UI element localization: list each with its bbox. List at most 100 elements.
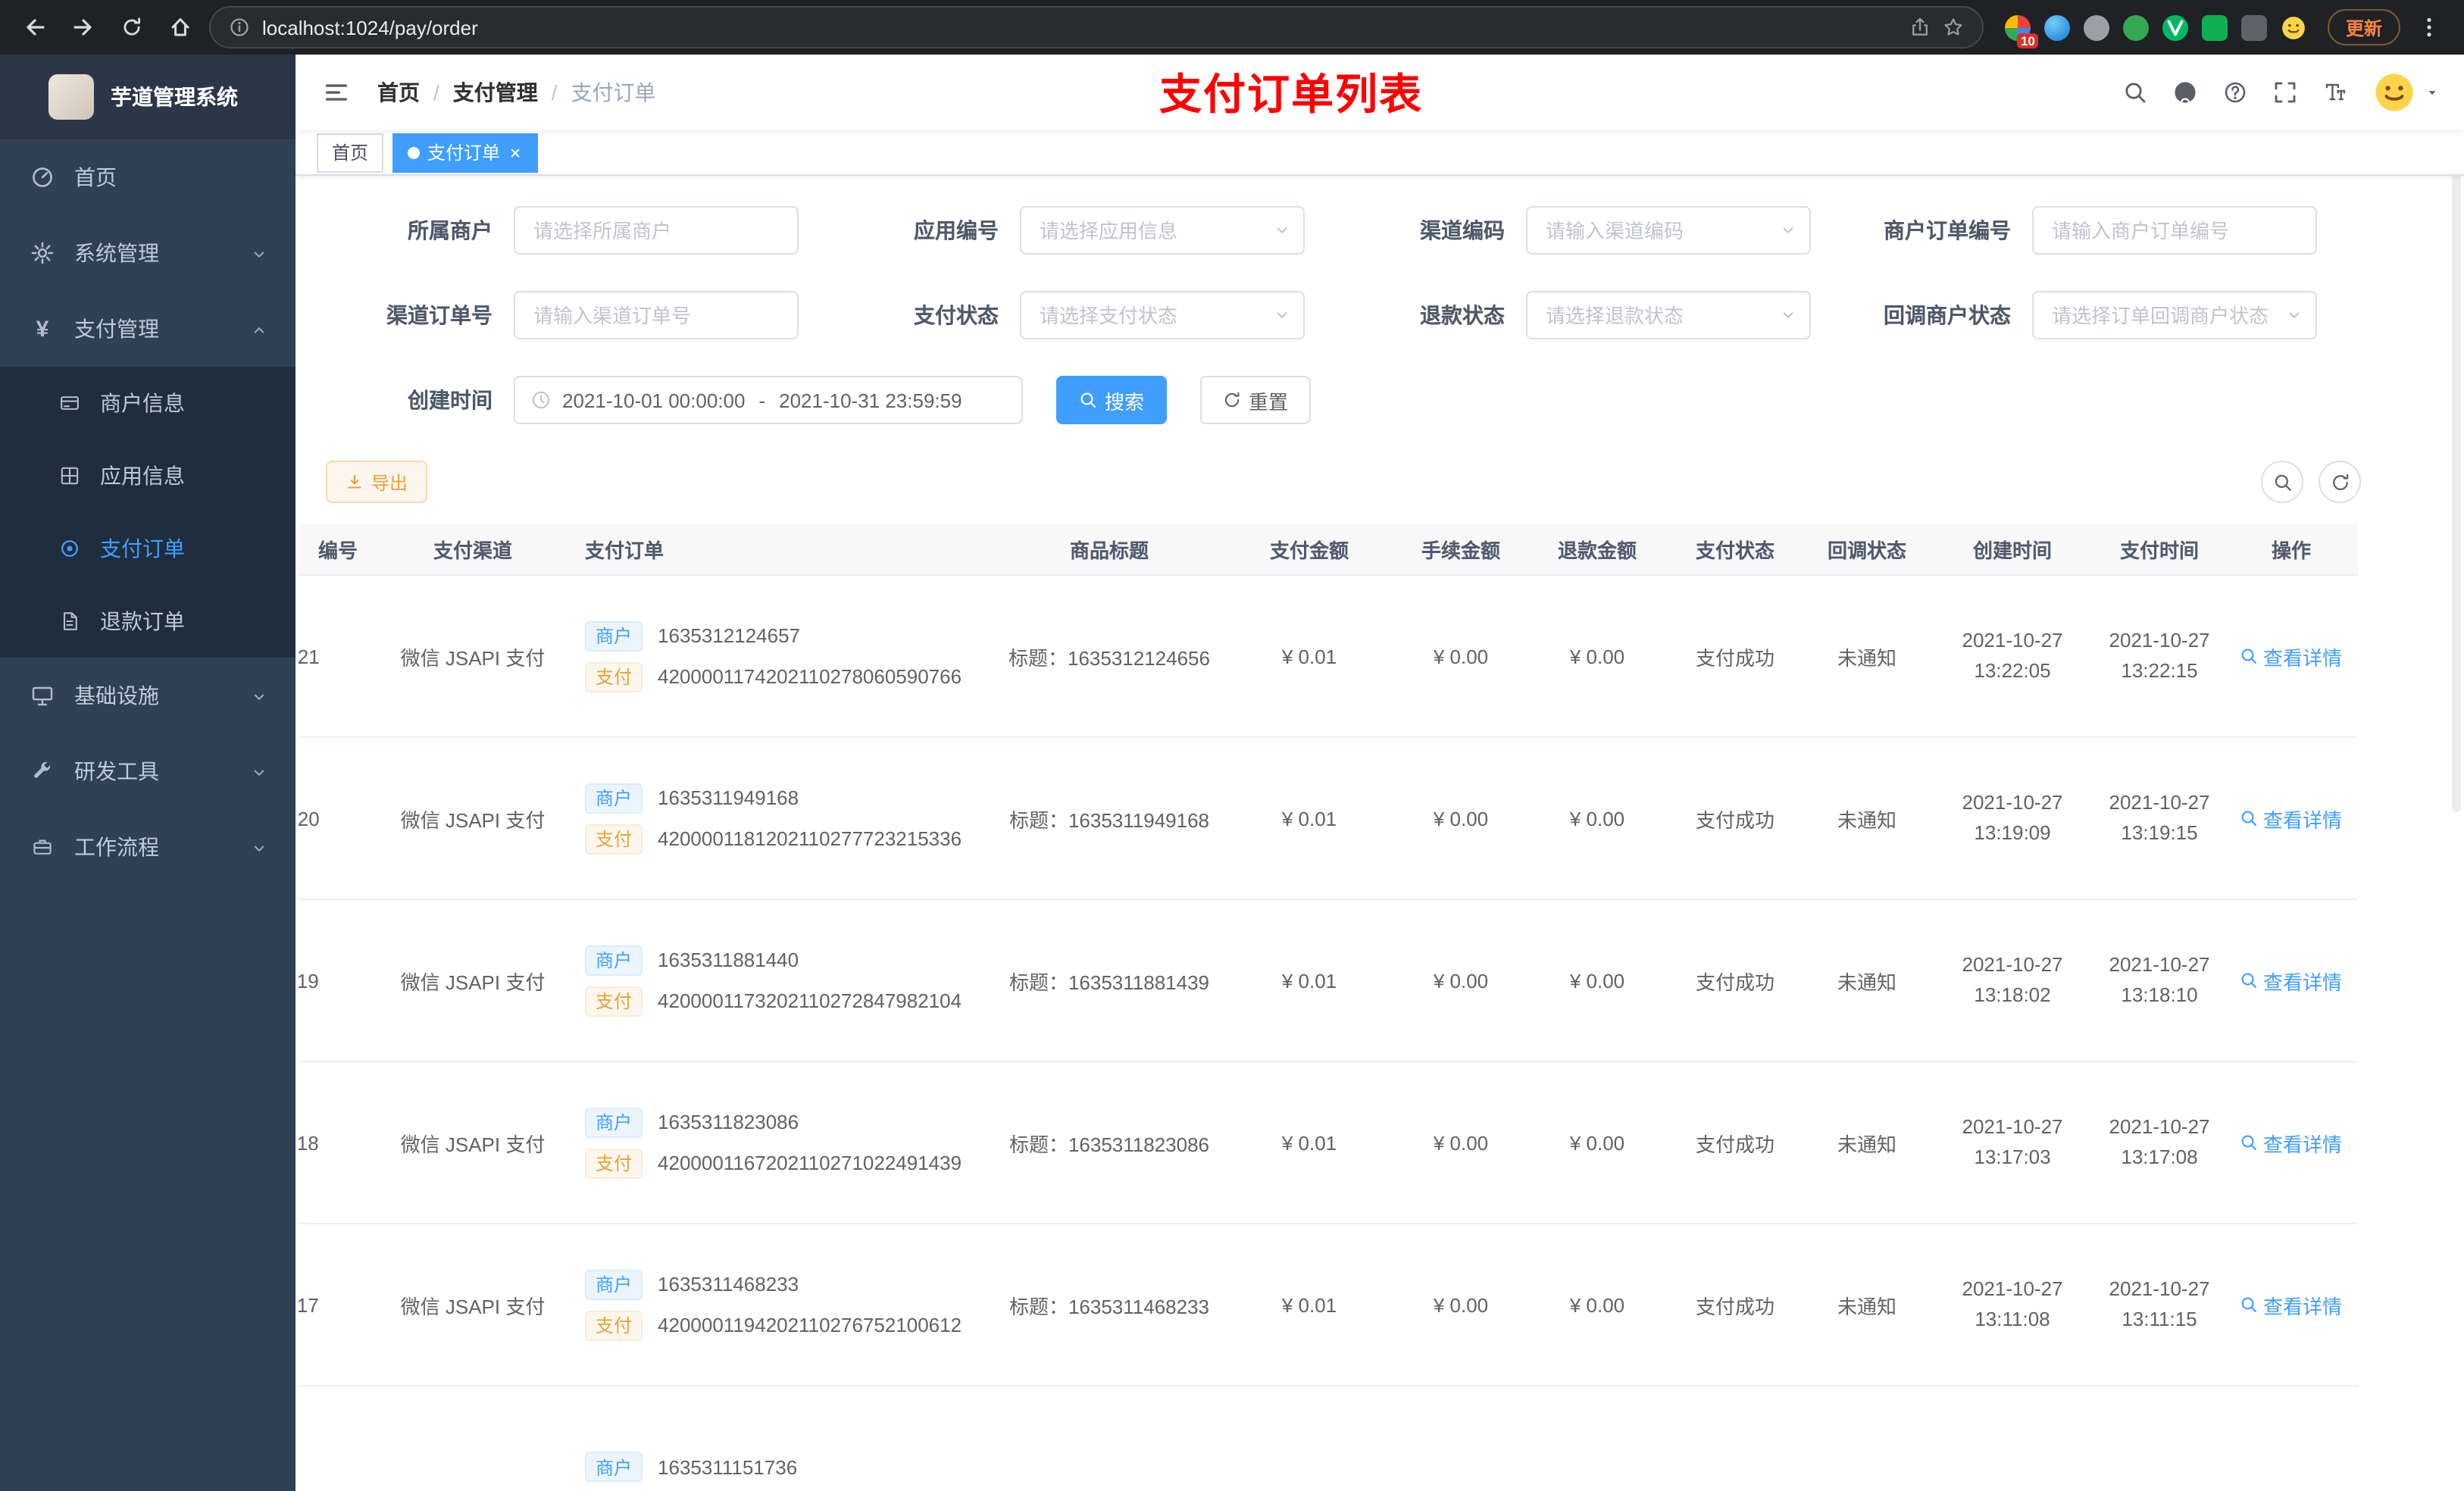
toggle-search-button[interactable] [2261,461,2303,503]
extension-puzzle-icon[interactable] [2240,14,2267,40]
extension-pinwheel-icon[interactable]: 10 [2004,14,2039,48]
merchant-order-no-input[interactable] [2032,206,2317,255]
merchant-order-no: 1635311823086 [658,1111,799,1133]
share-icon[interactable] [1909,17,1931,38]
table-toolbar: 导出 [326,461,2434,503]
merchant-order-no: 1635311881440 [658,949,799,971]
filter-field-merchant-order-no: 商户订单编号 [1844,206,2317,255]
header-search-icon[interactable] [2123,80,2147,105]
export-button[interactable]: 导出 [326,461,428,503]
col-refund: 退款金额 [1557,539,1637,562]
breadcrumb-home[interactable]: 首页 [377,77,420,108]
time-part: 13:17:08 [2121,1146,2198,1168]
row-create-time: 2021-10-27 13:22:05 [1931,626,2094,687]
help-icon[interactable] [2223,80,2247,105]
filter-label: 支付状态 [914,303,999,327]
merchant-tag: 商户 [585,1107,643,1137]
extension-gray-icon[interactable] [2083,14,2109,40]
logo-avatar [48,74,94,120]
extension-blue-drop-icon[interactable] [2043,14,2070,40]
reset-button[interactable]: 重置 [1200,376,1312,424]
browser-reload-button[interactable] [112,8,152,47]
view-detail-link[interactable]: 查看详情 [2240,1128,2342,1157]
sidebar-item-workflow[interactable]: 工作流程 [0,809,295,885]
col-pay-order: 支付订单 [585,539,664,562]
extension-chat-icon[interactable] [2201,14,2228,40]
user-menu[interactable] [2373,71,2440,114]
date-range-input[interactable]: 2021-10-01 00:00:00 - 2021-10-31 23:59:5… [514,376,1023,424]
title-prefix: 标题： [1008,1295,1068,1318]
font-size-icon[interactable] [2323,80,2347,105]
merchant-select[interactable] [514,206,799,255]
sidebar-item-home[interactable]: 首页 [0,139,295,215]
tab-home[interactable]: 首页 [317,133,384,172]
refresh-table-button[interactable] [2319,461,2361,503]
github-icon[interactable] [2173,80,2197,105]
browser-menu-icon[interactable] [2409,8,2449,47]
site-info-icon[interactable] [229,17,250,38]
app-select[interactable] [1020,206,1305,255]
sidebar-item-payment[interactable]: ¥ 支付管理 [0,291,295,367]
filter-field-pay-status: 支付状态 [832,291,1305,339]
pay-status-select[interactable] [1020,291,1305,339]
date-part: 2021-10-27 [2109,1114,2210,1138]
chevron-down-icon [250,835,268,859]
merchant-order-no: 1635311468233 [658,1273,799,1296]
time-part: 13:11:08 [1975,1308,2050,1330]
tab-pay-order[interactable]: 支付订单 [392,133,539,172]
page-scrollbar[interactable] [2452,145,2461,812]
browser-home-button[interactable] [161,8,200,47]
channel-order-no-input[interactable] [514,291,799,339]
date-part: 2021-10-27 [1962,1114,2063,1138]
extension-vue-devtools-icon[interactable] [2162,14,2188,40]
view-detail-link[interactable]: 查看详情 [2240,1290,2342,1319]
fullscreen-icon[interactable] [2273,80,2297,105]
sidebar-toggle-icon[interactable] [317,73,356,112]
view-detail-link[interactable]: 查看详情 [2240,966,2342,995]
row-notify-status: 未通知 [1837,646,1896,669]
sidebar-item-refund-order[interactable]: 退款订单 [0,585,295,658]
filter-label: 应用编号 [914,218,999,242]
extension-smiley-icon[interactable] [2281,14,2306,40]
sidebar-item-label: 基础设施 [74,683,159,708]
row-actions: 查看详情 [2225,642,2358,670]
chevron-down-icon [250,241,268,265]
sidebar-logo[interactable]: 芋道管理系统 [0,55,295,139]
sidebar-item-merchant-info[interactable]: 商户信息 [0,367,295,439]
refund-status-select[interactable] [1526,291,1811,339]
row-channel: 微信 JSAPI 支付 [400,1133,546,1155]
browser-forward-button[interactable] [64,8,103,47]
sidebar-item-dev-tools[interactable]: 研发工具 [0,733,295,809]
row-pay-time: 2021-10-27 13:22:15 [2094,626,2225,687]
chevron-up-icon [250,317,268,341]
sidebar-item-pay-order[interactable]: 支付订单 [0,512,295,585]
sidebar-item-infra[interactable]: 基础设施 [0,658,295,733]
table-row: 119 微信 JSAPI 支付 商户 1635311881440 支付 420000117… [299,900,2358,1062]
row-pay-status: 支付成功 [1695,646,1775,669]
sidebar-item-system[interactable]: 系统管理 [0,215,295,291]
table-row: 121 微信 JSAPI 支付 商户 1635312124657 支付 420000117… [299,576,2358,738]
row-create-time: 2021-10-27 13:17:03 [1931,1112,2094,1174]
row-actions: 查看详情 [2225,1290,2358,1319]
breadcrumb-payment: 支付管理 [452,80,538,105]
view-detail-link[interactable]: 查看详情 [2240,642,2342,670]
extension-green-icon[interactable] [2122,14,2149,40]
browser-back-button[interactable] [15,8,55,47]
close-tab-icon[interactable] [508,145,523,160]
url-text[interactable]: localhost:1024/pay/order [262,16,1897,39]
channel-code-select[interactable] [1526,206,1811,255]
view-detail-link[interactable]: 查看详情 [2240,804,2342,833]
title-prefix: 标题： [1008,808,1068,831]
search-button-label: 搜索 [1105,390,1145,413]
filter-field-merchant: 所属商户 [326,206,799,255]
wrench-icon [30,761,55,782]
bookmark-star-icon[interactable] [1943,17,1964,38]
browser-update-button[interactable]: 更新 [2327,9,2400,45]
search-button[interactable]: 搜索 [1056,376,1168,424]
sidebar-item-app-info[interactable]: 应用信息 [0,439,295,512]
address-bar[interactable]: localhost:1024/pay/order [209,6,1984,48]
notify-status-select[interactable] [2032,291,2317,339]
filter-field-channel-code: 渠道编码 [1338,206,1811,255]
row-amount: ¥ 0.01 [1281,1293,1337,1316]
row-refund: ¥ 0.00 [1569,1293,1625,1316]
